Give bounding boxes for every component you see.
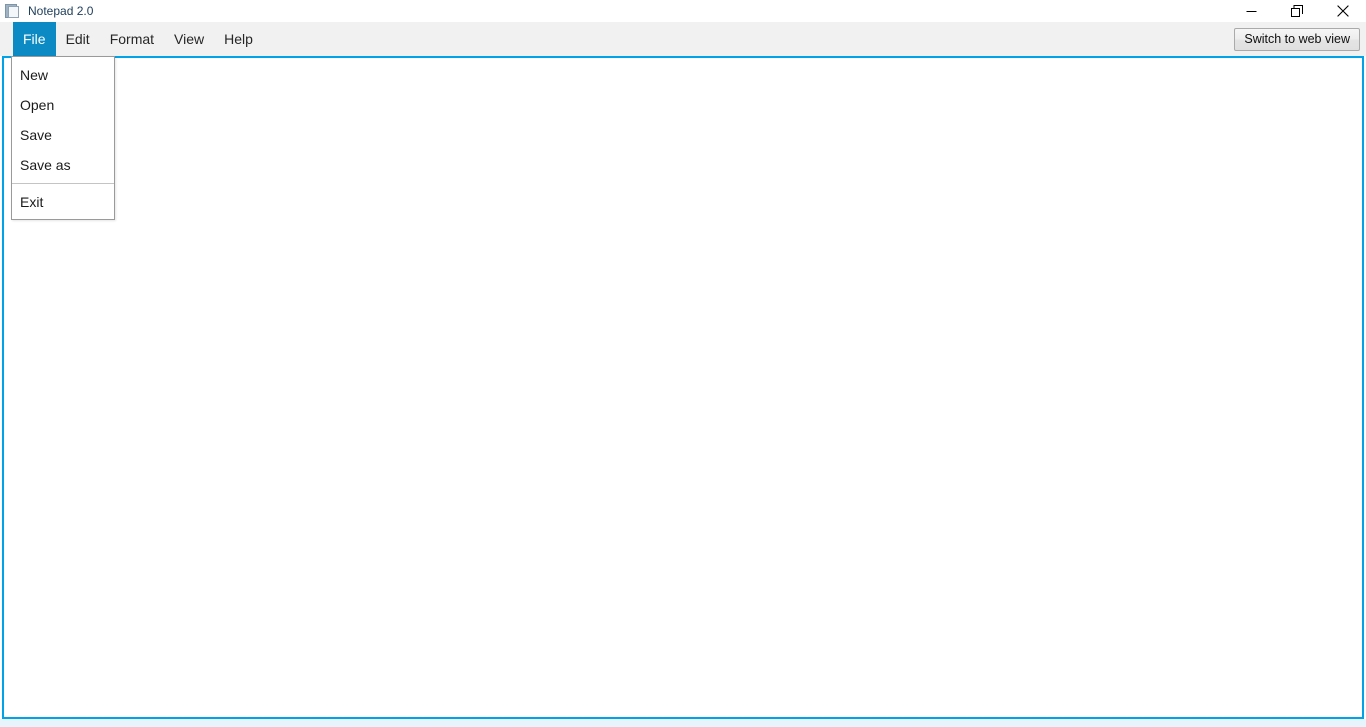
title-bar: Notepad 2.0 [0, 0, 1366, 22]
minimize-icon[interactable] [1228, 0, 1274, 22]
file-dropdown-menu: New Open Save Save as Exit [11, 56, 115, 220]
switch-to-web-view-button[interactable]: Switch to web view [1234, 28, 1360, 51]
close-icon[interactable] [1320, 0, 1366, 22]
menu-option-exit[interactable]: Exit [12, 187, 114, 217]
menu-item-format[interactable]: Format [100, 22, 164, 56]
menu-items: File Edit Format View Help [13, 22, 263, 56]
window-controls [1228, 0, 1366, 22]
window-title: Notepad 2.0 [28, 4, 94, 18]
menu-option-open[interactable]: Open [12, 90, 114, 120]
menu-option-save[interactable]: Save [12, 120, 114, 150]
notepad-window: Notepad 2.0 File Edit Format View Help S… [0, 0, 1366, 727]
menu-item-edit[interactable]: Edit [56, 22, 100, 56]
menu-item-help[interactable]: Help [214, 22, 263, 56]
editor-area [2, 56, 1364, 719]
menu-bar: File Edit Format View Help Switch to web… [0, 22, 1366, 56]
menu-separator [12, 183, 114, 184]
menu-item-file[interactable]: File [13, 22, 56, 56]
notepad-icon [5, 3, 21, 19]
text-editor-input[interactable] [4, 58, 1362, 717]
menu-item-view[interactable]: View [164, 22, 214, 56]
title-bar-left: Notepad 2.0 [0, 0, 93, 22]
menu-option-new[interactable]: New [12, 60, 114, 90]
menu-option-save-as[interactable]: Save as [12, 150, 114, 180]
bottom-strip [0, 719, 1366, 727]
restore-icon[interactable] [1274, 0, 1320, 22]
